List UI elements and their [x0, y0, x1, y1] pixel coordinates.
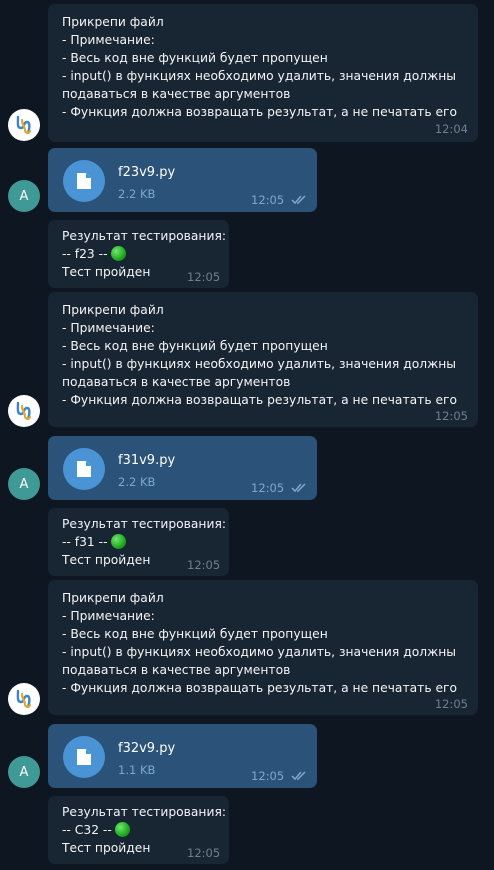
- user-avatar[interactable]: A: [8, 756, 40, 788]
- file-icon[interactable]: [63, 736, 105, 778]
- message-time: 12:05: [187, 270, 221, 284]
- green-circle-icon: [114, 822, 130, 837]
- message-time: 12:05: [187, 846, 221, 860]
- file-name[interactable]: f23v9.py: [118, 165, 175, 180]
- message-text: Прикрепи файл - Примечание: - Весь код в…: [62, 591, 458, 695]
- file-size: 2.2 KB: [118, 187, 156, 201]
- result-status: Тест пройден: [62, 553, 151, 567]
- file-message[interactable]: f23v9.py 2.2 KB 12:05: [48, 148, 317, 212]
- double-check-icon: [291, 771, 306, 781]
- avatar-letter: A: [19, 188, 29, 204]
- bot-icon: [16, 401, 32, 421]
- message-time: 12:05: [434, 697, 468, 711]
- bot-icon: [16, 115, 32, 135]
- message-time: 12:05: [251, 769, 285, 783]
- result-title: Результат тестирования:: [62, 229, 227, 243]
- green-circle-icon: [110, 534, 126, 549]
- file-size: 2.2 KB: [118, 475, 156, 489]
- result-status: Тест пройден: [62, 841, 151, 855]
- avatar-letter: A: [19, 476, 29, 492]
- message-time: 12:05: [434, 409, 468, 423]
- file-name[interactable]: f32v9.py: [118, 741, 175, 756]
- bot-message-result: Результат тестирования: -- f31 -- Тест п…: [48, 508, 229, 576]
- result-line: -- f23 --: [62, 247, 108, 261]
- user-avatar[interactable]: A: [8, 180, 40, 212]
- message-time: 12:05: [187, 558, 221, 572]
- file-icon[interactable]: [63, 160, 105, 202]
- result-title: Результат тестирования:: [62, 805, 227, 819]
- double-check-icon: [291, 483, 306, 493]
- avatar-letter: A: [19, 764, 29, 780]
- file-icon[interactable]: [63, 448, 105, 490]
- bot-avatar[interactable]: [8, 109, 40, 141]
- message-time: 12:05: [251, 481, 285, 495]
- green-circle-icon: [110, 246, 126, 261]
- bot-message-result: Результат тестирования: -- C32 -- Тест п…: [48, 796, 229, 864]
- file-name[interactable]: f31v9.py: [118, 453, 175, 468]
- result-line: -- C32 --: [62, 823, 112, 837]
- message-text: Прикрепи файл - Примечание: - Весь код в…: [62, 303, 458, 407]
- bot-avatar[interactable]: [8, 395, 40, 427]
- bot-icon: [16, 689, 32, 709]
- user-avatar[interactable]: A: [8, 468, 40, 500]
- result-title: Результат тестирования:: [62, 517, 227, 531]
- message-text: Прикрепи файл - Примечание: - Весь код в…: [62, 15, 458, 119]
- bot-message-prompt: Прикрепи файл - Примечание: - Весь код в…: [48, 580, 478, 715]
- bot-avatar[interactable]: [8, 683, 40, 715]
- file-message[interactable]: f32v9.py 1.1 KB 12:05: [48, 724, 317, 788]
- bot-message-result: Результат тестирования: -- f23 -- Тест п…: [48, 220, 229, 288]
- file-message[interactable]: f31v9.py 2.2 KB 12:05: [48, 436, 317, 500]
- result-status: Тест пройден: [62, 265, 151, 279]
- result-line: -- f31 --: [62, 535, 108, 549]
- double-check-icon: [291, 195, 306, 205]
- file-size: 1.1 KB: [118, 763, 156, 777]
- message-time: 12:04: [434, 122, 468, 136]
- message-time: 12:05: [251, 193, 285, 207]
- bot-message-prompt: Прикрепи файл - Примечание: - Весь код в…: [48, 4, 478, 142]
- bot-message-prompt: Прикрепи файл - Примечание: - Весь код в…: [48, 292, 478, 427]
